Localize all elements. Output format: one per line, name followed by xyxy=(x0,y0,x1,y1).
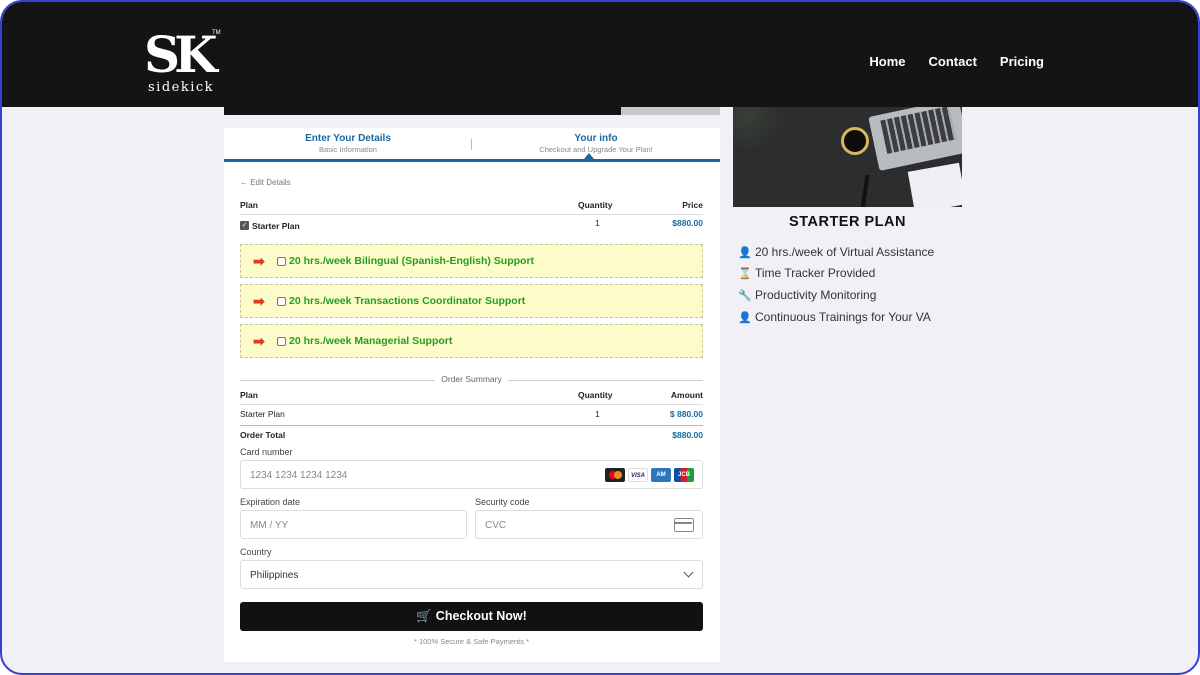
addon-bilingual[interactable]: ➡ 20 hrs./week Bilingual (Spanish-Englis… xyxy=(240,244,703,278)
step-tabs: Enter Your Details Basic Information You… xyxy=(224,128,720,162)
plan-panel-title: STARTER PLAN xyxy=(789,214,906,230)
col-quantity: Quantity xyxy=(578,390,613,400)
expiration-placeholder: MM / YY xyxy=(250,520,289,531)
plan-photo xyxy=(733,107,962,207)
addon-transactions[interactable]: ➡ 20 hrs./week Transactions Coordinator … xyxy=(240,284,703,318)
logo-wordmark: sidekick xyxy=(148,80,215,95)
photo-notebook xyxy=(907,162,962,207)
chevron-down-icon xyxy=(683,567,694,578)
feature-text: Time Tracker Provided xyxy=(755,266,876,280)
order-summary-heading: Order Summary xyxy=(240,374,703,386)
country-label: Country xyxy=(240,547,272,557)
arrow-right-icon: ➡ xyxy=(253,333,265,349)
feature-text: Continuous Trainings for Your VA xyxy=(755,310,931,324)
order-summary-title-wrap: Order Summary xyxy=(240,374,703,384)
step-subtitle: Basic Information xyxy=(319,145,377,154)
country-select[interactable]: Philippines xyxy=(240,560,703,589)
col-plan: Plan xyxy=(240,390,258,400)
summary-amount: $ 880.00 xyxy=(669,409,703,419)
addon-checkbox[interactable] xyxy=(277,257,286,266)
card-number-input[interactable]: 1234 1234 1234 1234 VISA AM JCB xyxy=(240,460,703,489)
addon-checkbox[interactable] xyxy=(277,297,286,306)
divider xyxy=(240,404,703,405)
plan-table-header: Plan Quantity Price xyxy=(240,200,703,214)
card-brand-icons: VISA AM JCB xyxy=(605,468,694,482)
nav-contact-link[interactable]: Contact xyxy=(929,54,977,69)
order-total-label: Order Total xyxy=(240,430,286,440)
site-header: SK TM sidekick Home Contact Pricing xyxy=(2,2,1198,107)
expiration-label: Expiration date xyxy=(240,497,301,507)
feature-item: 👤 20 hrs./week of Virtual Assistance xyxy=(738,245,934,259)
step-title: Your info xyxy=(574,133,618,144)
card-number-label: Card number xyxy=(240,447,293,457)
active-step-caret-icon xyxy=(584,153,594,159)
addon-label: 20 hrs./week Transactions Coordinator Su… xyxy=(289,295,526,307)
col-price: Price xyxy=(682,200,703,210)
trademark-mark: TM xyxy=(212,30,221,36)
user-cog-icon: 👤 xyxy=(738,311,752,324)
progress-bar-remaining xyxy=(621,107,720,115)
addon-label: 20 hrs./week Bilingual (Spanish-English)… xyxy=(289,255,535,267)
feature-text: 20 hrs./week of Virtual Assistance xyxy=(755,245,935,259)
edit-details-link[interactable]: ← Edit Details xyxy=(240,178,291,187)
summary-plan-name: Starter Plan xyxy=(240,409,285,419)
app-frame: SK TM sidekick Home Contact Pricing Ente… xyxy=(0,0,1200,675)
progress-bar-filled xyxy=(224,107,621,115)
feature-item: ⌛ Time Tracker Provided xyxy=(738,266,875,280)
main-nav: Home Contact Pricing xyxy=(869,54,1044,69)
nav-pricing-link[interactable]: Pricing xyxy=(1000,54,1044,69)
col-amount: Amount xyxy=(670,390,703,400)
step-your-info[interactable]: Your info Checkout and Upgrade Your Plan… xyxy=(472,133,720,154)
cart-icon: 🛒 xyxy=(416,609,432,623)
step-title: Enter Your Details xyxy=(305,133,391,144)
expiration-input[interactable]: MM / YY xyxy=(240,510,467,539)
cvc-card-icon xyxy=(674,518,694,532)
security-code-input[interactable]: CVC xyxy=(475,510,703,539)
security-code-label: Security code xyxy=(475,497,530,507)
sidekick-logo[interactable]: SK TM sidekick xyxy=(140,28,226,98)
plan-checkbox[interactable]: ✓ xyxy=(240,221,249,230)
jcb-icon: JCB xyxy=(674,468,694,482)
feature-item: 🔧 Productivity Monitoring xyxy=(738,288,876,302)
checkout-button-label: Checkout Now! xyxy=(435,609,527,623)
hourglass-icon: ⌛ xyxy=(738,267,752,280)
security-code-placeholder: CVC xyxy=(485,520,507,531)
addon-label: 20 hrs./week Managerial Support xyxy=(289,335,453,347)
feature-text: Productivity Monitoring xyxy=(755,288,877,302)
visa-icon: VISA xyxy=(628,468,648,482)
mastercard-icon xyxy=(605,468,625,482)
feature-item: 👤 Continuous Trainings for Your VA xyxy=(738,310,931,324)
col-quantity: Quantity xyxy=(578,200,613,210)
card-number-placeholder: 1234 1234 1234 1234 xyxy=(250,470,348,481)
checkout-card: Enter Your Details Basic Information You… xyxy=(224,128,720,662)
nav-home-link[interactable]: Home xyxy=(869,54,905,69)
user-cog-icon: 👤 xyxy=(738,246,752,259)
summary-table-header: Plan Quantity Amount xyxy=(240,390,703,404)
arrow-right-icon: ➡ xyxy=(253,253,265,269)
step-subtitle: Checkout and Upgrade Your Plan! xyxy=(539,145,653,154)
plan-price: $880.00 xyxy=(672,218,703,228)
order-summary-title: Order Summary xyxy=(435,374,508,384)
order-total-value: $880.00 xyxy=(672,430,703,440)
photo-pen xyxy=(860,174,870,207)
col-plan: Plan xyxy=(240,200,258,210)
amex-icon: AM xyxy=(651,468,671,482)
country-value: Philippines xyxy=(250,570,299,581)
logo-mark: SK xyxy=(144,25,218,84)
summary-quantity: 1 xyxy=(595,409,600,419)
photo-coffee-cup xyxy=(841,127,869,155)
plan-name: Starter Plan xyxy=(252,221,300,231)
addon-managerial[interactable]: ➡ 20 hrs./week Managerial Support xyxy=(240,324,703,358)
addon-checkbox[interactable] xyxy=(277,337,286,346)
arrow-right-icon: ➡ xyxy=(253,293,265,309)
photo-plant xyxy=(733,107,793,147)
plan-quantity: 1 xyxy=(595,218,600,228)
wrench-icon: 🔧 xyxy=(738,289,752,302)
secure-payments-note: * 100% Secure & Safe Payments * xyxy=(413,637,530,646)
checkout-button[interactable]: 🛒 Checkout Now! xyxy=(240,602,703,631)
divider xyxy=(240,214,703,215)
divider xyxy=(240,425,703,426)
step-enter-details[interactable]: Enter Your Details Basic Information xyxy=(224,133,472,154)
